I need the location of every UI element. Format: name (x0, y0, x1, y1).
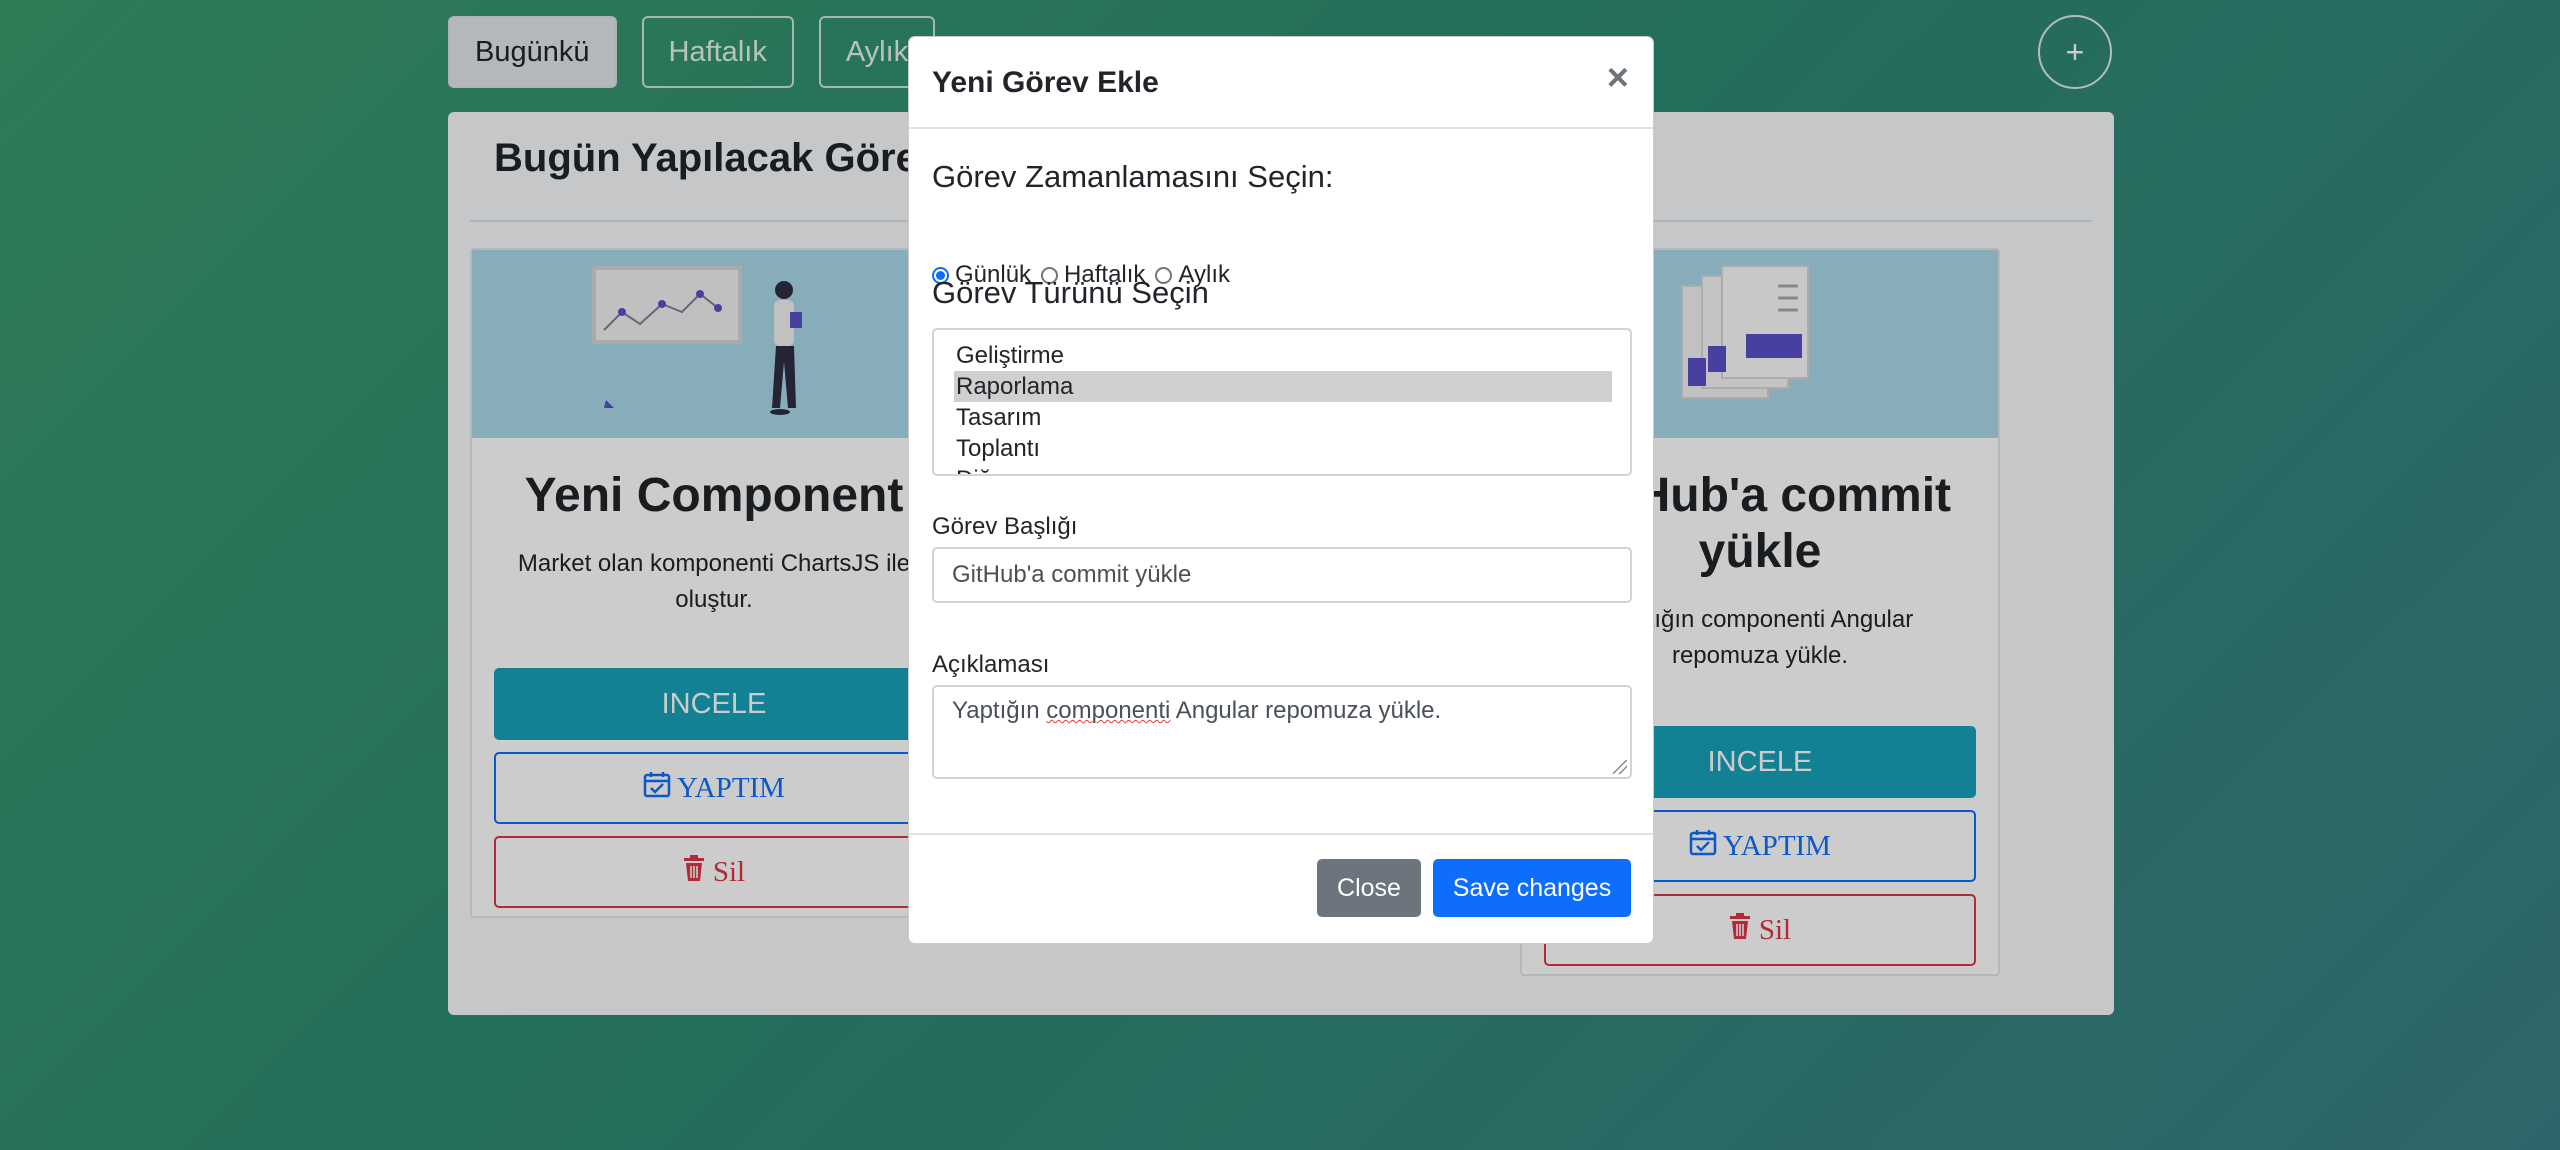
list-option-selected[interactable]: Raporlama (954, 371, 1612, 402)
description-textarea[interactable]: Yaptığın componenti Angular repomuza yük… (932, 685, 1632, 779)
resize-handle[interactable] (1613, 760, 1627, 774)
new-task-modal: Yeni Görev Ekle × Görev Zamanlamasını Se… (908, 36, 1654, 944)
misspelled-word: componenti (1046, 697, 1171, 724)
task-type-label: Görev Türünü Seçin (932, 275, 1209, 310)
list-option[interactable]: Tasarım (954, 402, 1612, 433)
list-option[interactable]: Geliştirme (954, 340, 1612, 371)
description-text: Yaptığın (952, 697, 1047, 724)
modal-footer: Close Save changes (909, 835, 1653, 943)
save-button[interactable]: Save changes (1433, 859, 1631, 917)
task-title-label: Görev Başlığı (932, 513, 1078, 540)
list-option[interactable]: Diğer (954, 464, 1612, 474)
schedule-label: Görev Zamanlamasını Seçin: (932, 159, 1334, 194)
modal-title: Yeni Görev Ekle (932, 66, 1159, 99)
description-text: Angular repomuza yükle. (1170, 697, 1442, 724)
modal-header: Yeni Görev Ekle × (909, 37, 1653, 129)
close-button[interactable]: Close (1317, 859, 1421, 917)
description-label: Açıklaması (932, 651, 1050, 678)
close-icon[interactable]: × (1607, 57, 1629, 100)
modal-body: Görev Zamanlamasını Seçin: Günlük Haftal… (909, 129, 1653, 835)
task-type-listbox[interactable]: Geliştirme Raporlama Tasarım Toplantı Di… (932, 328, 1632, 476)
task-title-input[interactable]: GitHub'a commit yükle (932, 547, 1632, 603)
list-option[interactable]: Toplantı (954, 433, 1612, 464)
